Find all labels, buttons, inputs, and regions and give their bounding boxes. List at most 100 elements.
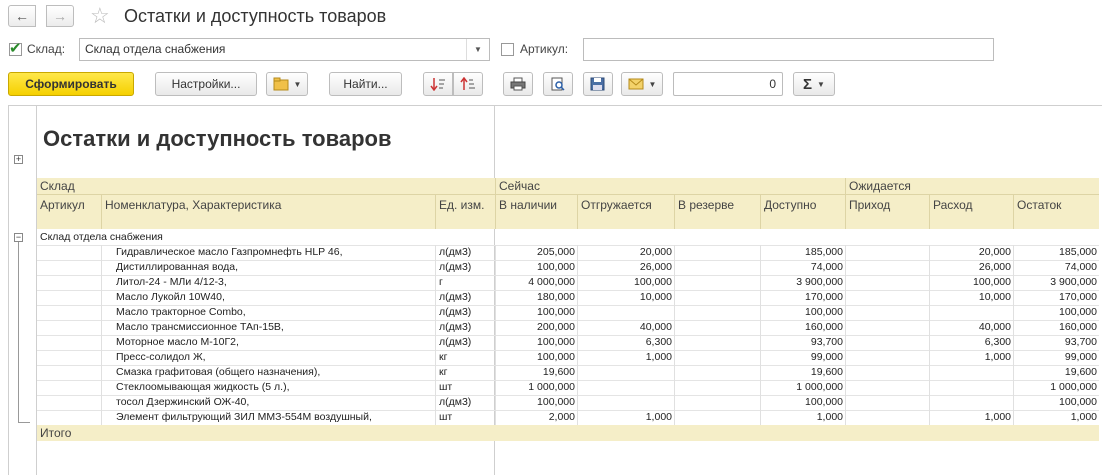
folder-icon	[273, 77, 289, 91]
header-expected: Ожидается	[849, 179, 911, 193]
sort-descending-button[interactable]	[423, 72, 453, 96]
article-input[interactable]	[583, 38, 994, 61]
variants-menu-button[interactable]: ▼	[266, 72, 308, 96]
chevron-down-icon[interactable]: ▼	[466, 39, 489, 60]
cell-shipping: 20,000	[639, 246, 672, 258]
cell-balance: 1,000	[1070, 411, 1097, 423]
cell-name: Смазка графитовая (общего назначения),	[116, 366, 321, 378]
cell-reserved	[675, 260, 760, 275]
cell-shipping: 26,000	[639, 261, 672, 273]
print-button[interactable]	[503, 72, 533, 96]
warehouse-checkbox[interactable]	[9, 39, 22, 57]
cell-name: Масло тракторное Combo,	[116, 306, 246, 318]
cell-balance: 99,000	[1064, 351, 1097, 363]
report-title: Остатки и доступность товаров	[43, 126, 392, 151]
printer-icon	[510, 77, 526, 91]
cell-expense: 1,000	[984, 411, 1011, 423]
article-label: Артикул:	[520, 42, 569, 56]
cell-available: 100,000	[805, 306, 843, 318]
report-sheet[interactable]: + Остатки и доступность товаров Склад Се…	[8, 105, 1102, 475]
sort-ascending-button[interactable]	[453, 72, 483, 96]
cell-expense: 40,000	[978, 321, 1011, 333]
table-row[interactable]: Масло Лукойл 10W40, л(дм3) 180,000 10,000 17…	[37, 290, 1099, 306]
header-reserved: В резерве	[678, 198, 735, 212]
table-row[interactable]: Масло тракторное Combo, л(дм3) 100,000 100,…	[37, 305, 1099, 321]
table-row[interactable]: Гидравлическое масло Газпромнефть HLP 46…	[37, 245, 1099, 261]
cell-reserved	[675, 380, 760, 395]
cell-income	[846, 320, 929, 335]
cell-reserved	[675, 320, 760, 335]
cell-unit: кг	[439, 351, 448, 363]
cell-reserved	[675, 275, 760, 290]
table-row[interactable]: Литол-24 - МЛи 4/12-3, г 4 000,000 100,000 3…	[37, 275, 1099, 291]
cell-available: 1 000,000	[796, 381, 843, 393]
cell-balance: 185,000	[1059, 246, 1097, 258]
preview-button[interactable]	[543, 72, 573, 96]
settings-button[interactable]: Настройки...	[155, 72, 257, 96]
group-row: Склад отдела снабжения	[37, 230, 1099, 246]
header-income: Приход	[849, 198, 891, 212]
cell-shipping	[578, 305, 674, 320]
generate-button[interactable]: Сформировать	[8, 72, 134, 96]
cell-in-stock: 205,000	[537, 246, 575, 258]
cell-in-stock: 2,000	[548, 411, 575, 423]
cell-balance: 100,000	[1059, 306, 1097, 318]
table-row[interactable]: тосол Дзержинский ОЖ-40, л(дм3) 100,000 100…	[37, 395, 1099, 411]
cell-shipping: 6,300	[645, 336, 672, 348]
cell-in-stock: 100,000	[537, 351, 575, 363]
back-button[interactable]: ←	[8, 5, 36, 27]
chevron-down-icon: ▼	[293, 79, 302, 89]
cell-name: Элемент фильтрующий ЗИЛ ММЗ-554М воздушн…	[116, 411, 372, 423]
cell-income	[846, 260, 929, 275]
cell-expense	[930, 365, 1013, 380]
table-row[interactable]: Пресс-солидол Ж, кг 100,000 1,000 99,000 1,00…	[37, 350, 1099, 366]
table-row[interactable]: Стеклоомывающая жидкость (5 л.), шт 1 000,…	[37, 380, 1099, 396]
cell-balance: 74,000	[1064, 261, 1097, 273]
cell-shipping: 10,000	[639, 291, 672, 303]
cell-income	[846, 245, 929, 260]
cell-name: Пресс-солидол Ж,	[116, 351, 206, 363]
expand-all-icon[interactable]: +	[14, 155, 23, 164]
favorite-star-icon[interactable]: ☆	[90, 3, 110, 29]
table-row[interactable]: Дистиллированная вода, л(дм3) 100,000 26,00…	[37, 260, 1099, 276]
cell-name: Масло трансмиссионное ТАп-15В,	[116, 321, 284, 333]
warehouse-value: Склад отдела снабжения	[85, 42, 226, 56]
sigma-icon: Σ	[803, 75, 813, 93]
cell-unit: л(дм3)	[439, 336, 472, 348]
cell-available: 3 900,000	[796, 276, 843, 288]
save-button[interactable]	[583, 72, 613, 96]
cell-available: 99,000	[810, 351, 843, 363]
chevron-down-icon: ▼	[817, 79, 825, 89]
tree-line-end	[18, 422, 30, 423]
cell-reserved	[675, 410, 760, 425]
find-button[interactable]: Найти...	[329, 72, 402, 96]
table-row[interactable]: Смазка графитовая (общего назначения), кг…	[37, 365, 1099, 381]
table-row[interactable]: Элемент фильтрующий ЗИЛ ММЗ-554М воздушн…	[37, 410, 1099, 426]
total-label: Итого	[40, 426, 72, 440]
window-title: Остатки и доступность товаров	[124, 6, 387, 26]
cell-expense	[930, 305, 1013, 320]
cell-in-stock: 100,000	[537, 336, 575, 348]
cell-shipping: 40,000	[639, 321, 672, 333]
article-checkbox[interactable]	[501, 43, 514, 56]
amount-field[interactable]: 0	[673, 72, 783, 96]
cell-name: Гидравлическое масло Газпромнефть HLP 46…	[116, 246, 343, 258]
table-row[interactable]: Моторное масло М-10Г2, л(дм3) 100,000 6,300…	[37, 335, 1099, 351]
collapse-group-icon[interactable]: −	[14, 233, 23, 242]
cell-balance: 93,700	[1064, 336, 1097, 348]
table-row[interactable]: Масло трансмиссионное ТАп-15В, л(дм3) 200,…	[37, 320, 1099, 336]
header-expense: Расход	[933, 198, 973, 212]
header-article: Артикул	[40, 198, 85, 212]
cell-unit: л(дм3)	[439, 246, 472, 258]
cell-unit: л(дм3)	[439, 291, 472, 303]
forward-button[interactable]: →	[46, 5, 74, 27]
cell-available: 93,700	[810, 336, 843, 348]
cell-reserved	[675, 350, 760, 365]
cell-income	[846, 395, 929, 410]
cell-in-stock: 19,600	[542, 366, 575, 378]
cell-available: 100,000	[805, 396, 843, 408]
send-email-button[interactable]: ▼	[621, 72, 663, 96]
sum-menu-button[interactable]: Σ ▼	[793, 72, 835, 96]
warehouse-select[interactable]: Склад отдела снабжения ▼	[79, 38, 490, 61]
cell-expense	[930, 380, 1013, 395]
